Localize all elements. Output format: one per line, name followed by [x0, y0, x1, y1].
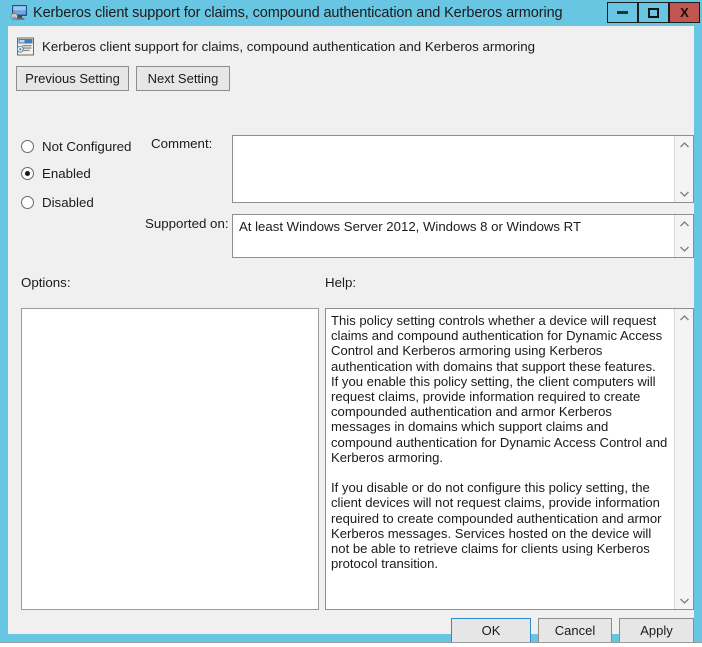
help-scrollbar[interactable]: [674, 309, 693, 609]
close-button[interactable]: X: [669, 2, 700, 23]
minimize-icon: [617, 11, 628, 14]
supported-on-scrollbar[interactable]: [674, 215, 693, 257]
help-panel[interactable]: This policy setting controls whether a d…: [325, 308, 694, 610]
comment-scrollbar[interactable]: [674, 136, 693, 202]
radio-circle-disabled: [21, 196, 34, 209]
help-label: Help:: [325, 275, 356, 290]
radio-label-not-configured: Not Configured: [42, 139, 131, 154]
radio-circle-not-configured: [21, 140, 34, 153]
minimize-button[interactable]: [607, 2, 638, 23]
window-title: Kerberos client support for claims, comp…: [33, 3, 563, 23]
options-label: Options:: [21, 275, 71, 290]
policy-document-icon: [16, 37, 35, 56]
policy-setting-title: Kerberos client support for claims, comp…: [42, 39, 535, 54]
apply-button[interactable]: Apply: [619, 618, 694, 644]
maximize-button[interactable]: [638, 2, 669, 23]
radio-disabled[interactable]: Disabled: [21, 195, 94, 210]
radio-label-enabled: Enabled: [42, 166, 91, 181]
radio-not-configured[interactable]: Not Configured: [21, 139, 131, 154]
scroll-down-icon[interactable]: [675, 592, 693, 609]
computer-monitor-icon: [10, 4, 28, 21]
supported-on-label: Supported on:: [145, 216, 229, 231]
cancel-button[interactable]: Cancel: [538, 618, 612, 644]
dialog-client-area: Kerberos client support for claims, comp…: [8, 26, 694, 634]
comment-label: Comment:: [151, 136, 212, 151]
ok-button[interactable]: OK: [451, 618, 531, 644]
previous-setting-button[interactable]: Previous Setting: [16, 66, 129, 91]
scroll-up-icon[interactable]: [675, 215, 693, 232]
scroll-up-icon[interactable]: [675, 309, 693, 326]
scroll-down-icon[interactable]: [675, 185, 693, 202]
next-setting-button[interactable]: Next Setting: [136, 66, 230, 91]
supported-on-field[interactable]: At least Windows Server 2012, Windows 8 …: [232, 214, 694, 258]
supported-on-value: At least Windows Server 2012, Windows 8 …: [239, 219, 671, 234]
close-icon: X: [680, 5, 689, 20]
policy-setting-dialog: Kerberos client support for claims, comp…: [0, 0, 702, 642]
radio-circle-enabled: [21, 167, 34, 180]
scroll-down-icon[interactable]: [675, 240, 693, 257]
scroll-up-icon[interactable]: [675, 136, 693, 153]
comment-field[interactable]: [232, 135, 694, 203]
radio-enabled[interactable]: Enabled: [21, 166, 91, 181]
desktop-background-edge: [0, 642, 702, 647]
title-bar[interactable]: Kerberos client support for claims, comp…: [0, 0, 702, 26]
help-text: This policy setting controls whether a d…: [331, 313, 672, 571]
maximize-icon: [648, 8, 659, 18]
radio-label-disabled: Disabled: [42, 195, 94, 210]
options-panel[interactable]: [21, 308, 319, 610]
